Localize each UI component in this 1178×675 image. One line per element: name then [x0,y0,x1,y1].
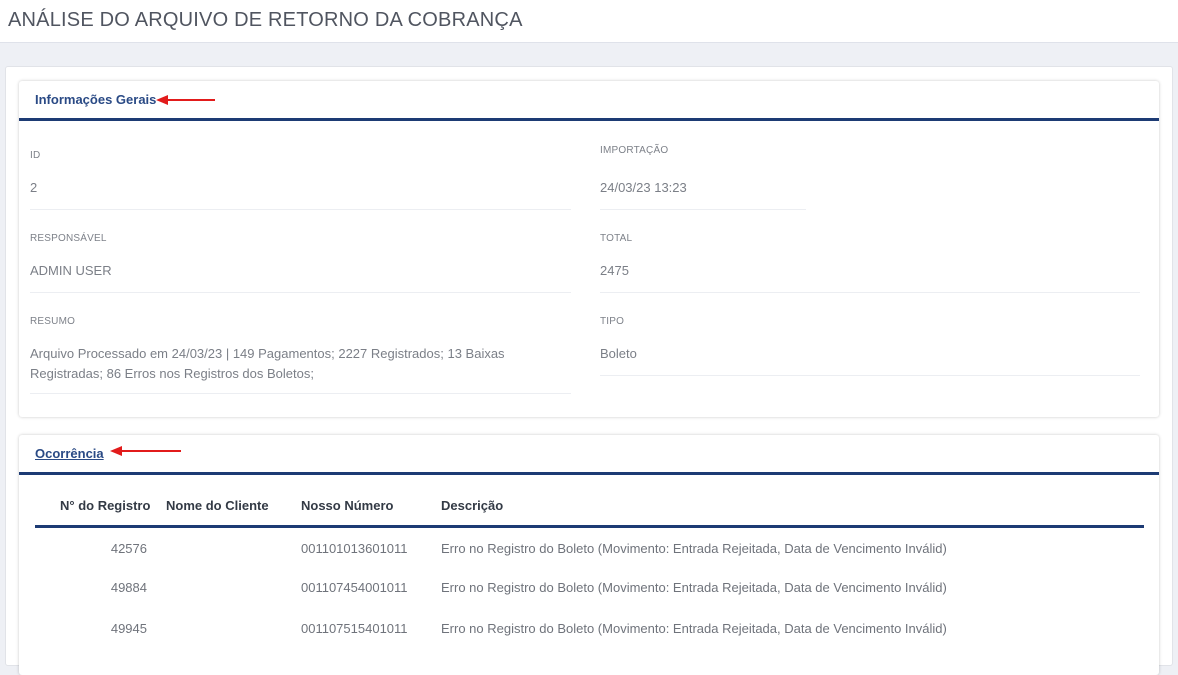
red-arrow-icon [110,446,181,456]
column-header-nosso-numero[interactable]: Nosso Número [301,498,393,513]
column-header-registro[interactable]: N° do Registro [60,498,150,513]
table-row[interactable]: 42576 001101013601011 Erro no Registro d… [35,541,1144,581]
table-row[interactable]: 49884 001107454001011 Erro no Registro d… [35,580,1144,620]
table-row[interactable]: 49945 001107515401011 Erro no Registro d… [35,621,1144,661]
cell-registro: 49945 [110,621,147,636]
field-responsavel-label: RESPONSÁVEL [30,233,107,244]
cell-registro: 42576 [110,541,147,556]
cell-descricao: Erro no Registro do Boleto (Movimento: E… [441,621,947,636]
occurrence-tab-link[interactable]: Ocorrência [35,446,104,461]
occurrence-table-header: N° do Registro Nome do Cliente Nosso Núm… [35,498,1144,528]
occurrence-card: Ocorrência N° do Registro Nome do Client… [19,435,1159,675]
cell-descricao: Erro no Registro do Boleto (Movimento: E… [441,541,947,556]
general-info-header: Informações Gerais [19,81,1159,121]
field-total-value: 2475 [600,263,629,278]
field-total-label: TOTAL [600,233,633,244]
field-importacao-label: IMPORTAÇÃO [600,145,669,156]
page-header: ANÁLISE DO ARQUIVO DE RETORNO DA COBRANÇ… [0,0,1178,43]
cell-nosso-numero: 001107515401011 [301,621,408,636]
field-tipo-label: TIPO [600,316,625,327]
field-id-value: 2 [30,180,38,195]
field-importacao-value: 24/03/23 13:23 [600,180,687,195]
cell-descricao: Erro no Registro do Boleto (Movimento: E… [441,580,947,595]
cell-registro: 49884 [110,580,147,595]
field-id-label: ID [30,150,41,161]
page-title: ANÁLISE DO ARQUIVO DE RETORNO DA COBRANÇ… [8,9,523,31]
red-arrow-icon [156,95,215,105]
cell-nosso-numero: 001101013601011 [301,541,408,556]
occurrence-header: Ocorrência [19,435,1159,475]
field-resumo-value: Arquivo Processado em 24/03/23 | 149 Pag… [30,346,505,381]
field-importacao: IMPORTAÇÃO 24/03/23 13:23 [600,141,806,210]
field-total: TOTAL 2475 [600,229,1140,293]
cell-nosso-numero: 001107454001011 [301,580,408,595]
field-tipo: TIPO Boleto [600,312,1140,376]
field-resumo-label: RESUMO [30,316,76,327]
column-header-descricao[interactable]: Descrição [441,498,503,513]
field-id: ID 2 [30,146,571,210]
general-info-card: Informações Gerais ID 2 IMPORTAÇÃO 24/03… [19,81,1159,417]
general-info-title: Informações Gerais [35,92,157,107]
field-responsavel: RESPONSÁVEL ADMIN USER [30,229,571,293]
field-responsavel-value: ADMIN USER [30,263,112,278]
column-header-cliente[interactable]: Nome do Cliente [166,498,269,513]
field-resumo: RESUMO Arquivo Processado em 24/03/23 | … [30,312,571,394]
field-tipo-value: Boleto [600,346,637,361]
